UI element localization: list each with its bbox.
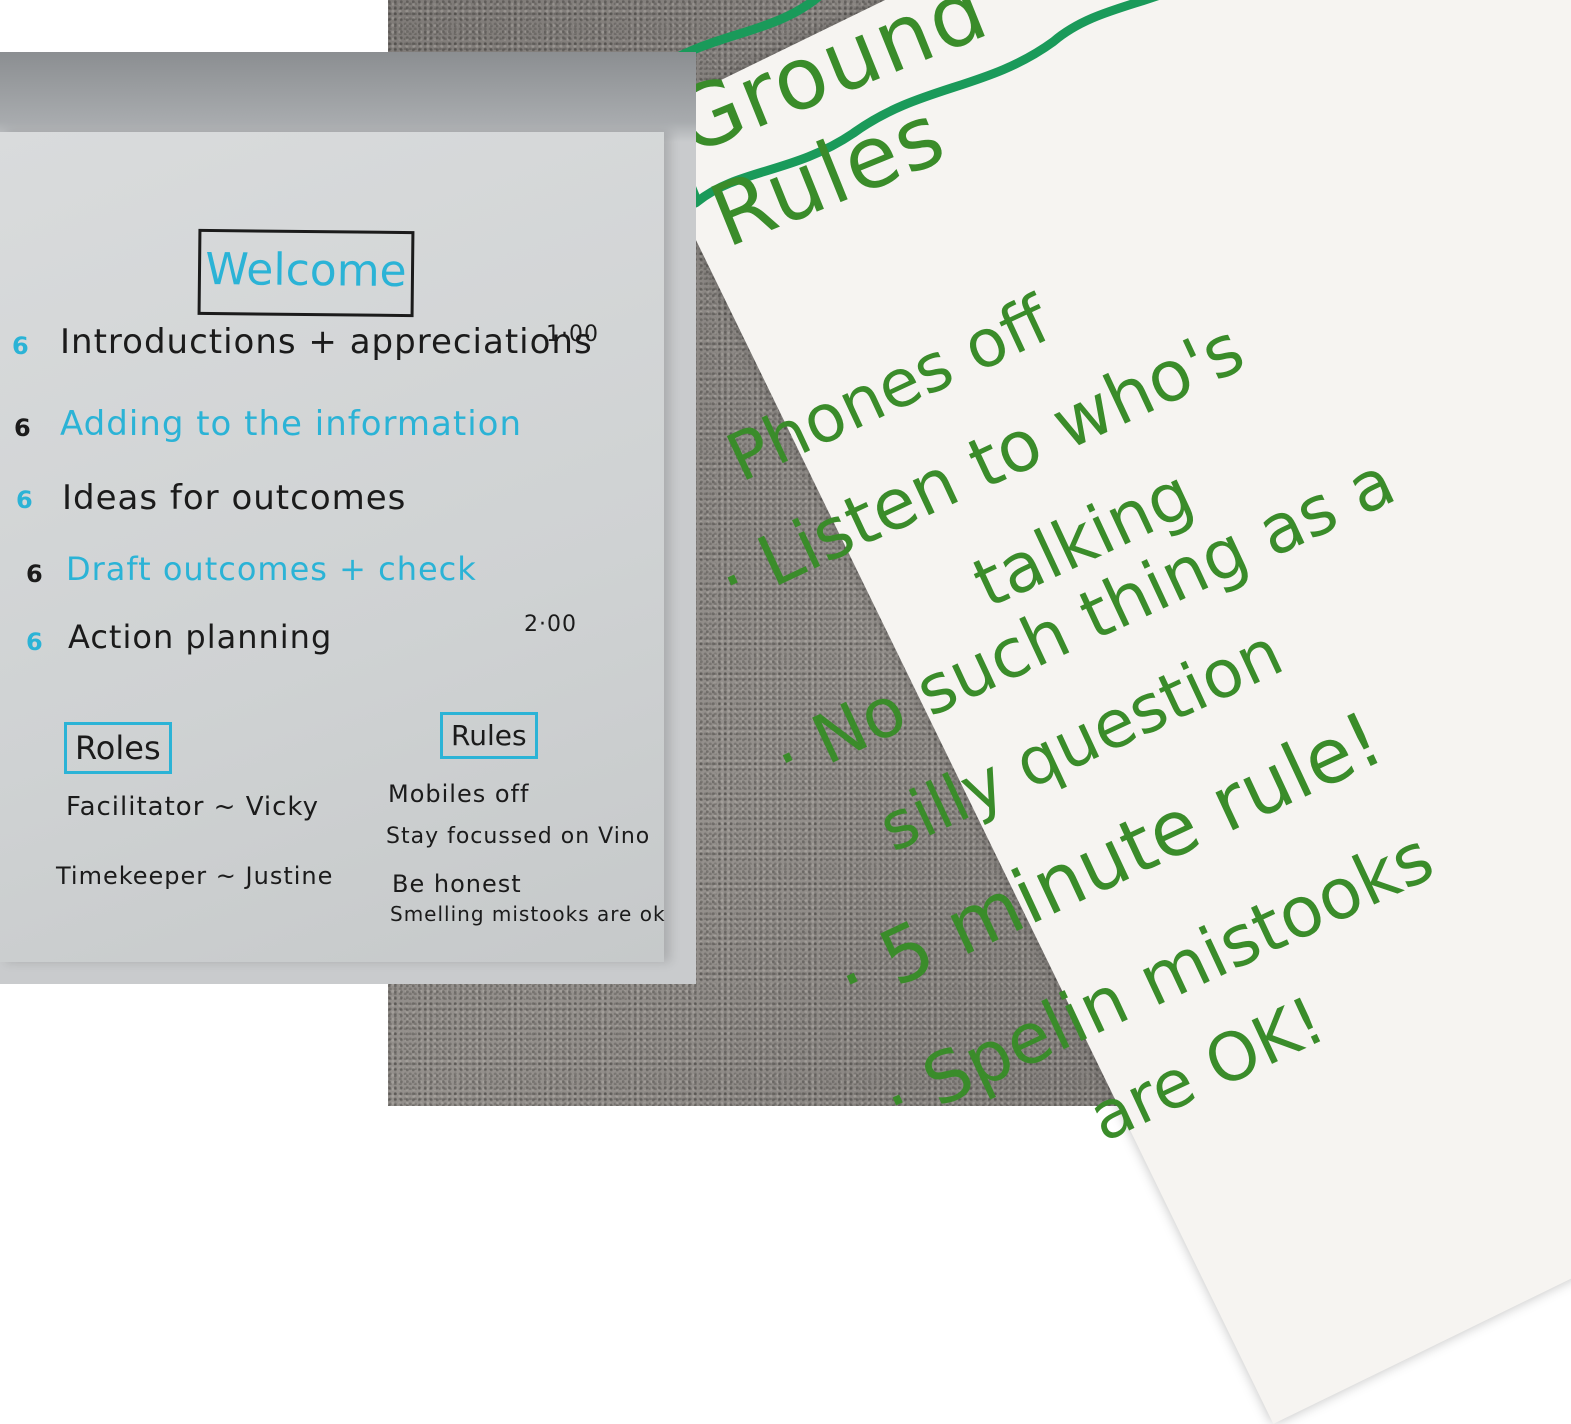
agenda-item: 6 — [26, 560, 44, 588]
agenda-item: 6 — [26, 628, 44, 656]
rule-stay-focussed: Stay focussed on Vino — [386, 824, 651, 849]
agenda-item: 6 — [12, 332, 30, 360]
agenda-text-adding: Adding to the information — [60, 404, 522, 444]
agenda-text-introductions: Introductions + appreciations — [60, 322, 593, 362]
agenda-time-1: 1·00 — [546, 322, 599, 347]
rule-honest: Be honest — [392, 870, 522, 898]
agenda-bullet: 6 — [16, 486, 34, 514]
rule-mobiles: Mobiles off — [388, 780, 530, 808]
role-timekeeper: Timekeeper ~ Justine — [56, 862, 334, 890]
ground-rules-banner: Ground Rules — [626, 0, 1246, 267]
rules-heading: Rules — [440, 712, 538, 759]
welcome-sheet: Welcome 6 Introductions + appreciations … — [0, 132, 666, 962]
agenda-time-2: 2·00 — [524, 612, 577, 637]
roles-heading: Roles — [64, 722, 172, 774]
rule-smelling: Smelling mistooks are ok — [390, 902, 666, 926]
welcome-title: Welcome — [205, 243, 407, 298]
agenda-bullet: 6 — [14, 414, 32, 442]
agenda-text-ideas: Ideas for outcomes — [62, 478, 407, 518]
welcome-photo: Welcome 6 Introductions + appreciations … — [0, 52, 696, 984]
agenda-item: 6 — [14, 414, 32, 442]
agenda-bullet: 6 — [12, 332, 30, 360]
agenda-bullet: 6 — [26, 628, 44, 656]
agenda-text-draft: Draft outcomes + check — [66, 550, 477, 588]
welcome-title-box: Welcome — [197, 228, 415, 318]
agenda-text-action: Action planning — [68, 618, 333, 656]
agenda-bullet: 6 — [26, 560, 44, 588]
role-facilitator: Facilitator ~ Vicky — [66, 792, 319, 822]
agenda-item: 6 — [16, 486, 34, 514]
